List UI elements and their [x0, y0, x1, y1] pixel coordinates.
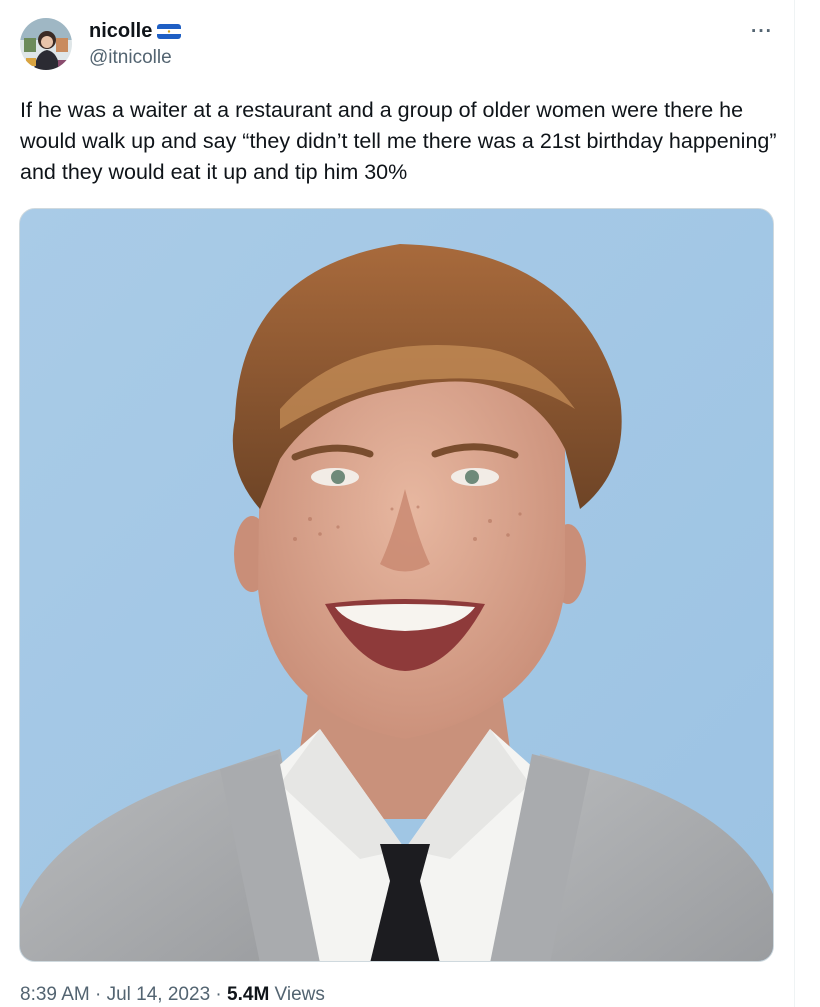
flag-icon	[157, 23, 182, 39]
views-label: Views	[269, 984, 325, 1005]
column-divider	[794, 0, 795, 1007]
author-display-name[interactable]: nicolle	[89, 20, 152, 43]
more-icon: ···	[751, 20, 773, 42]
tweet[interactable]: nicolle @itnicolle ··· If he was a waite…	[0, 0, 794, 1007]
meta-separator: ·	[89, 984, 107, 1005]
tweet-photo[interactable]	[19, 208, 774, 962]
author-name-row[interactable]: nicolle	[89, 18, 182, 44]
author-handle[interactable]: @itnicolle	[89, 47, 172, 69]
views-count[interactable]: 5.4M	[227, 984, 269, 1005]
tweet-date[interactable]: Jul 14, 2023	[107, 984, 211, 1005]
meta-separator: ·	[210, 984, 228, 1005]
tweet-text: If he was a waiter at a restaurant and a…	[20, 98, 777, 184]
tweet-time[interactable]: 8:39 AM	[20, 984, 90, 1005]
more-options-button[interactable]: ···	[744, 16, 780, 46]
avatar[interactable]	[20, 18, 72, 70]
tweet-meta: 8:39 AM · Jul 14, 2023 · 5.4M Views	[20, 984, 325, 1006]
